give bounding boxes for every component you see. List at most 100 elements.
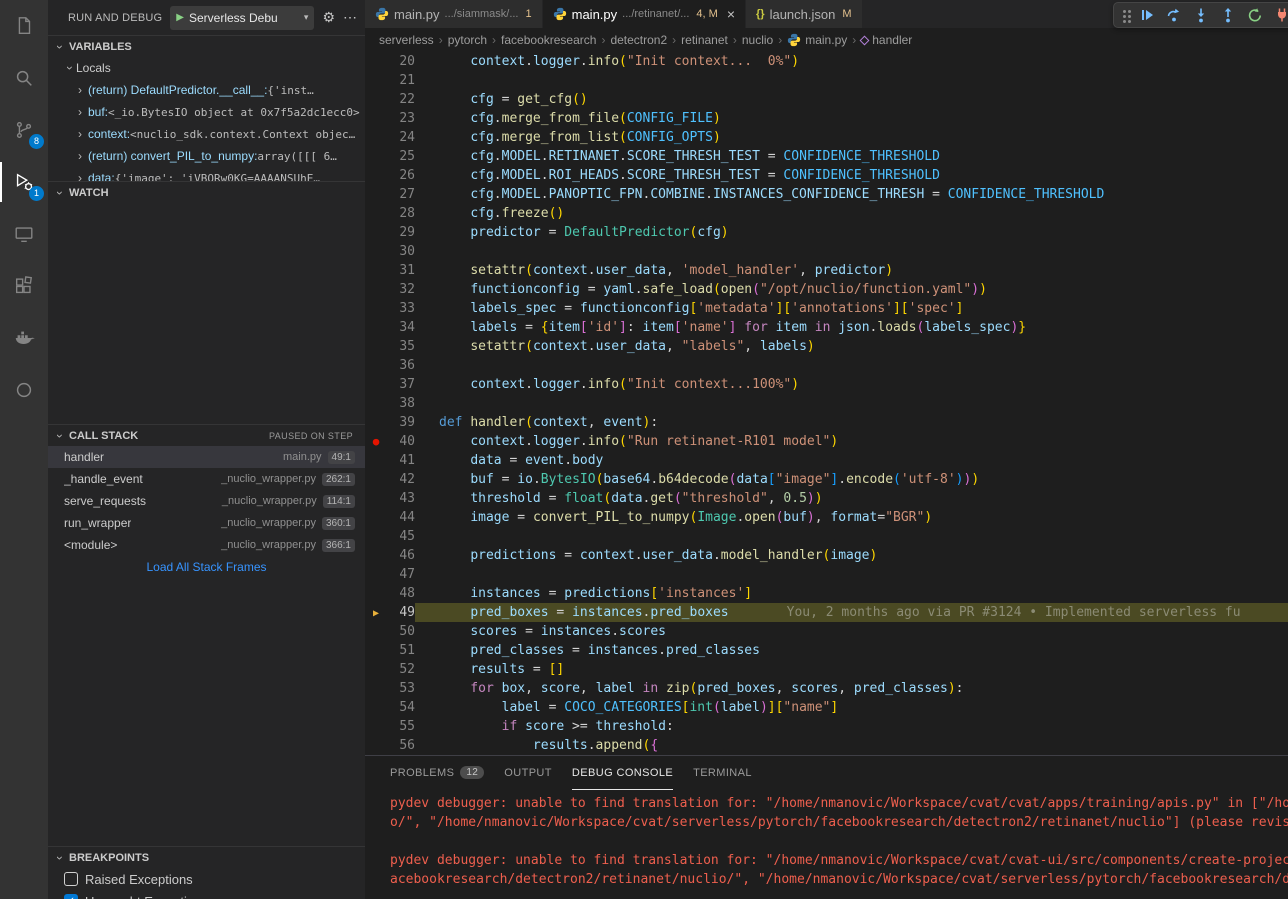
- breakpoint-row-raised-exceptions[interactable]: Raised Exceptions: [48, 868, 365, 890]
- breakpoint-gutter[interactable]: [365, 204, 387, 223]
- breakpoints-section-header[interactable]: › BREAKPOINTS: [48, 846, 365, 868]
- code-line[interactable]: 41 data = event.body: [365, 451, 1288, 470]
- activity-remote-explorer[interactable]: [0, 208, 48, 260]
- breakpoint-gutter[interactable]: [365, 394, 387, 413]
- stack-frame-row[interactable]: <module>_nuclio_wrapper.py366:1: [48, 534, 365, 556]
- code-line[interactable]: ●40 context.logger.info("Run retinanet-R…: [365, 432, 1288, 451]
- breakpoint-gutter[interactable]: [365, 185, 387, 204]
- breakpoint-gutter[interactable]: [365, 641, 387, 660]
- activity-docker[interactable]: [0, 312, 48, 364]
- breakpoint-gutter[interactable]: [365, 375, 387, 394]
- breakpoint-gutter[interactable]: [365, 698, 387, 717]
- stack-frame-row[interactable]: serve_requests_nuclio_wrapper.py114:1: [48, 490, 365, 512]
- breakpoint-gutter[interactable]: ▶: [365, 603, 387, 622]
- scope-locals[interactable]: › Locals: [48, 57, 365, 79]
- continue-button[interactable]: [1137, 4, 1157, 26]
- drag-handle-icon[interactable]: [1123, 10, 1126, 13]
- breakpoint-gutter[interactable]: [365, 413, 387, 432]
- breakpoint-gutter[interactable]: [365, 109, 387, 128]
- code-line[interactable]: 45: [365, 527, 1288, 546]
- restart-button[interactable]: [1245, 4, 1265, 26]
- step-out-button[interactable]: [1218, 4, 1238, 26]
- disconnect-button[interactable]: [1272, 4, 1288, 26]
- breadcrumb-item[interactable]: handler: [861, 33, 912, 47]
- code-line[interactable]: ▶49 pred_boxes = instances.pred_boxesYou…: [365, 603, 1288, 622]
- checkbox-unchecked[interactable]: [64, 872, 78, 886]
- code-line[interactable]: 34 labels = {item['id']: item['name'] fo…: [365, 318, 1288, 337]
- breakpoint-gutter[interactable]: [365, 584, 387, 603]
- breakpoint-gutter[interactable]: [365, 71, 387, 90]
- editor-tab[interactable]: main.py.../retinanet/...4, M×: [543, 0, 746, 28]
- breadcrumb-item[interactable]: pytorch: [448, 33, 487, 47]
- code-line[interactable]: 43 threshold = float(data.get("threshold…: [365, 489, 1288, 508]
- breakpoint-gutter[interactable]: [365, 147, 387, 166]
- stack-frame-row[interactable]: run_wrapper_nuclio_wrapper.py360:1: [48, 512, 365, 534]
- code-line[interactable]: 21: [365, 71, 1288, 90]
- panel-tab-terminal[interactable]: TERMINAL: [693, 756, 752, 790]
- breakpoint-gutter[interactable]: [365, 337, 387, 356]
- code-line[interactable]: 22 cfg = get_cfg(): [365, 90, 1288, 109]
- code-line[interactable]: 33 labels_spec = functionconfig['metadat…: [365, 299, 1288, 318]
- activity-search[interactable]: [0, 52, 48, 104]
- breadcrumb-item[interactable]: main.py: [787, 33, 847, 47]
- code-line[interactable]: 26 cfg.MODEL.ROI_HEADS.SCORE_THRESH_TEST…: [365, 166, 1288, 185]
- stack-frame-row[interactable]: _handle_event_nuclio_wrapper.py262:1: [48, 468, 365, 490]
- stack-frame-row[interactable]: handlermain.py49:1: [48, 446, 365, 468]
- checkbox-checked[interactable]: ✓: [64, 894, 78, 899]
- breakpoint-gutter[interactable]: [365, 451, 387, 470]
- breakpoint-gutter[interactable]: [365, 622, 387, 641]
- variable-row[interactable]: ›buf: <_io.BytesIO object at 0x7f5a2dc1e…: [48, 101, 365, 123]
- code-line[interactable]: 51 pred_classes = instances.pred_classes: [365, 641, 1288, 660]
- code-line[interactable]: 35 setattr(context.user_data, "labels", …: [365, 337, 1288, 356]
- panel-tab-problems[interactable]: PROBLEMS12: [390, 756, 484, 790]
- code-line[interactable]: 53 for box, score, label in zip(pred_box…: [365, 679, 1288, 698]
- breakpoint-gutter[interactable]: [365, 717, 387, 736]
- breadcrumb-item[interactable]: nuclio: [742, 33, 773, 47]
- call-stack-section-header[interactable]: › CALL STACK PAUSED ON STEP: [48, 424, 365, 446]
- code-line[interactable]: 39def handler(context, event):: [365, 413, 1288, 432]
- variable-row[interactable]: ›context: <nuclio_sdk.context.Context ob…: [48, 123, 365, 145]
- step-into-button[interactable]: [1191, 4, 1211, 26]
- code-line[interactable]: 36: [365, 356, 1288, 375]
- code-line[interactable]: 54 label = COCO_CATEGORIES[int(label)]["…: [365, 698, 1288, 717]
- panel-tab-output[interactable]: OUTPUT: [504, 756, 552, 790]
- variable-row[interactable]: ›(return) DefaultPredictor.__call__: {'i…: [48, 79, 365, 101]
- breakpoint-gutter[interactable]: ●: [365, 432, 387, 451]
- breakpoint-gutter[interactable]: [365, 280, 387, 299]
- variable-row[interactable]: ›(return) convert_PIL_to_numpy: array([[…: [48, 145, 365, 167]
- code-line[interactable]: 46 predictions = context.user_data.model…: [365, 546, 1288, 565]
- breakpoint-gutter[interactable]: [365, 52, 387, 71]
- code-line[interactable]: 23 cfg.merge_from_file(CONFIG_FILE): [365, 109, 1288, 128]
- breakpoint-row-uncaught-exceptions[interactable]: ✓ Uncaught Exceptions: [48, 890, 365, 899]
- breakpoint-gutter[interactable]: [365, 261, 387, 280]
- variables-section-header[interactable]: › VARIABLES: [48, 35, 365, 57]
- breakpoint-gutter[interactable]: [365, 299, 387, 318]
- launch-config-dropdown[interactable]: ▶ Serverless Debu ▾: [170, 6, 314, 30]
- breakpoint-gutter[interactable]: [365, 223, 387, 242]
- code-line[interactable]: 47: [365, 565, 1288, 584]
- breakpoint-gutter[interactable]: [365, 565, 387, 584]
- breakpoint-gutter[interactable]: [365, 736, 387, 755]
- breakpoint-gutter[interactable]: [365, 489, 387, 508]
- breakpoint-gutter[interactable]: [365, 660, 387, 679]
- panel-tab-debug-console[interactable]: DEBUG CONSOLE: [572, 756, 673, 790]
- code-line[interactable]: 42 buf = io.BytesIO(base64.b64decode(dat…: [365, 470, 1288, 489]
- breakpoint-gutter[interactable]: [365, 242, 387, 261]
- more-actions-icon[interactable]: ⋯: [343, 9, 357, 26]
- breakpoint-gutter[interactable]: [365, 90, 387, 109]
- breadcrumb-item[interactable]: serverless: [379, 33, 434, 47]
- breadcrumb-item[interactable]: facebookresearch: [501, 33, 596, 47]
- code-line[interactable]: 37 context.logger.info("Init context...1…: [365, 375, 1288, 394]
- start-debugging-icon[interactable]: ▶: [176, 12, 184, 23]
- breakpoint-gutter[interactable]: [365, 128, 387, 147]
- breadcrumb-item[interactable]: detectron2: [610, 33, 667, 47]
- activity-run-and-debug[interactable]: 1: [0, 156, 48, 208]
- editor-tab[interactable]: main.py.../siammask/...1: [365, 0, 543, 28]
- breakpoint-gutter[interactable]: [365, 356, 387, 375]
- activity-explorer[interactable]: [0, 0, 48, 52]
- activity-circle-extension[interactable]: [0, 364, 48, 416]
- code-line[interactable]: 24 cfg.merge_from_list(CONFIG_OPTS): [365, 128, 1288, 147]
- code-line[interactable]: 52 results = []: [365, 660, 1288, 679]
- close-icon[interactable]: ×: [727, 6, 735, 22]
- gear-icon[interactable]: ⚙: [322, 9, 335, 26]
